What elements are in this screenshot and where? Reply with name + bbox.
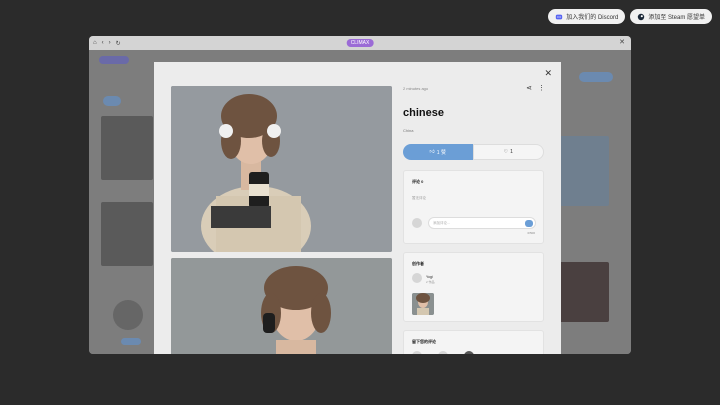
creator-panel: 创作者 Yogi 2 作品 <box>403 252 544 322</box>
bg-thumb-2 <box>101 202 153 266</box>
home-icon[interactable]: ⌂ <box>93 40 97 47</box>
more-title: 留下您的评论 <box>412 339 436 344</box>
favorite-count: 1 <box>510 149 513 155</box>
like-label: 1 赞 <box>436 149 446 156</box>
bg-tab <box>103 96 121 106</box>
steam-icon <box>638 13 645 20</box>
bg-thumb-3 <box>559 136 609 206</box>
post-image-2[interactable] <box>171 258 392 354</box>
post-timestamp: 2 minutes ago <box>403 86 429 91</box>
portrait-image-1 <box>171 86 392 252</box>
window-titlebar: ⌂ ‹ › ↻ CLIMAX ✕ <box>89 36 631 50</box>
back-icon[interactable]: ‹ <box>102 40 104 47</box>
creator-work-thumb[interactable] <box>412 293 434 315</box>
post-subtitle: China <box>403 128 414 133</box>
bg-button <box>121 338 141 345</box>
creator-thumb-image <box>412 293 434 315</box>
bg-thumb-4 <box>559 262 609 322</box>
like-button[interactable]: 👍︎ 1 赞 <box>403 144 473 160</box>
reaction-row: 👍︎ 1 赞 ♡ 1 <box>403 144 544 160</box>
top-actions: 加入我们的 Discord 添加至 Steam 愿望单 <box>548 9 712 24</box>
discord-icon <box>556 14 563 19</box>
comment-char-count: 0/500 <box>527 231 535 235</box>
discord-button[interactable]: 加入我们的 Discord <box>548 9 626 24</box>
forward-icon[interactable]: › <box>109 40 111 47</box>
comment-placeholder: 添加评论... <box>433 220 450 225</box>
modal-close-icon[interactable]: ✕ <box>544 68 552 79</box>
more-avatar-3[interactable] <box>464 351 474 354</box>
bg-logo <box>99 56 129 64</box>
creator-sub: 2 作品 <box>426 280 435 284</box>
more-avatar-1[interactable] <box>412 351 422 354</box>
reload-icon[interactable]: ↻ <box>116 40 121 47</box>
thumb-up-icon: 👍︎ <box>429 149 435 155</box>
post-details: 2 minutes ago ⋖ ⋮ chinese China 👍︎ 1 赞 ♡… <box>403 62 545 354</box>
more-panel: 留下您的评论 <box>403 330 544 354</box>
discord-label: 加入我们的 Discord <box>566 15 619 21</box>
post-title: chinese <box>403 107 444 119</box>
bg-avatar <box>113 300 143 330</box>
comment-input[interactable]: 添加评论... <box>428 217 536 229</box>
creator-name[interactable]: Yogi <box>426 275 433 279</box>
creator-avatar[interactable] <box>412 273 422 283</box>
more-options-icon[interactable]: ⋮ <box>538 84 545 92</box>
user-avatar <box>412 218 422 228</box>
more-avatar-2[interactable] <box>438 351 448 354</box>
share-icon[interactable]: ⋖ <box>526 84 532 92</box>
bg-thumb-1 <box>101 116 153 180</box>
comments-panel: 评论 0 暂无评论 添加评论... 0/500 <box>403 170 544 244</box>
steam-label: 添加至 Steam 愿望单 <box>648 15 705 21</box>
heart-icon: ♡ <box>503 149 509 155</box>
comments-title: 评论 0 <box>412 179 424 184</box>
brand-logo: CLIMAX <box>346 39 374 47</box>
comments-empty: 暂无评论 <box>412 196 426 200</box>
post-image-1[interactable] <box>171 86 392 252</box>
portrait-image-2 <box>171 258 392 354</box>
creator-title: 创作者 <box>412 261 424 266</box>
post-modal: ✕ 2 minutes ago ⋖ ⋮ chinese China 👍︎ 1 赞… <box>154 62 561 354</box>
steam-button[interactable]: 添加至 Steam 愿望单 <box>630 9 712 24</box>
post-actions: ⋖ ⋮ <box>526 84 545 92</box>
window-close-icon[interactable]: ✕ <box>619 38 625 46</box>
bg-top-button <box>579 72 613 82</box>
send-icon[interactable] <box>525 220 533 227</box>
favorite-button[interactable]: ♡ 1 <box>472 144 544 160</box>
